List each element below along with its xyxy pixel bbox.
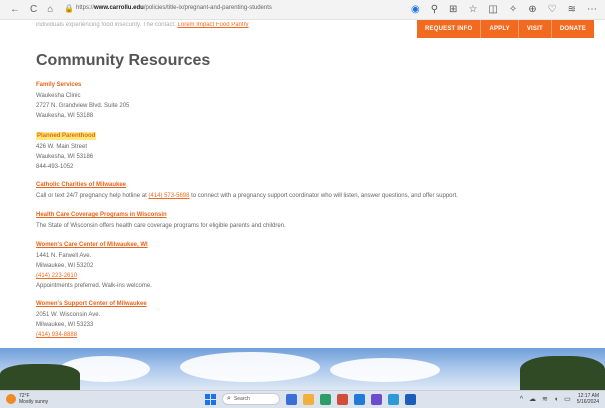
resource-description: The State of Wisconsin offers health car… xyxy=(36,223,286,229)
resource-womens-care-center: Women's Care Center of Milwaukee, WI 144… xyxy=(36,233,152,291)
resource-name[interactable]: Catholic Charities of Milwaukee xyxy=(36,181,126,189)
volume-icon[interactable]: ◖ xyxy=(554,396,558,403)
resource-line: Milwaukee, WI 53233 xyxy=(36,322,94,328)
chevron-up-icon[interactable]: ^ xyxy=(520,396,523,403)
browser-toolbar: ← C ⌂ 🔒 https://www.carrollu.edu/policie… xyxy=(0,0,605,20)
footer-banner-image xyxy=(0,348,605,390)
store-icon[interactable] xyxy=(388,393,399,405)
cutoff-link[interactable]: Lorem Impact Food Pantry xyxy=(178,22,249,28)
resource-name[interactable]: Family Services xyxy=(36,81,81,89)
resource-line: 1441 N. Farwell Ave. xyxy=(36,253,92,259)
taskbar-apps: ⌕ Search xyxy=(205,393,416,405)
browser-toolbar-icons: ◉ ⚲ ⊞ ☆ ◫ ✧ ⊕ ♡ ≋ ⋯ xyxy=(411,3,597,16)
reader-icon[interactable]: ⊞ xyxy=(449,3,457,16)
resource-line: Waukesha, WI 53186 xyxy=(36,154,94,160)
resource-womens-support-center: Women's Support Center of Milwaukee 2051… xyxy=(36,292,147,340)
tree-shape xyxy=(0,364,80,390)
resource-description: Call or text 24/7 pregnancy help hotline… xyxy=(36,193,458,199)
windows-start-icon[interactable] xyxy=(205,393,216,405)
resource-family-services: Family Services Waukesha Clinic 2727 N. … xyxy=(36,73,129,121)
sun-icon xyxy=(6,394,16,404)
edge-icon[interactable] xyxy=(320,393,331,405)
resource-note: Appointments preferred. Walk-ins welcome… xyxy=(36,283,152,289)
resource-name-highlighted[interactable]: Planned Parenthood xyxy=(36,132,97,140)
clock[interactable]: 12:17 AM 5/16/2024 xyxy=(577,393,599,405)
resource-line: Milwaukee, WI 53202 xyxy=(36,263,94,269)
cloud-shape xyxy=(180,352,320,382)
system-tray: ^ ☁ ≋ ◖ ▭ 12:17 AM 5/16/2024 xyxy=(520,393,599,405)
collections-icon[interactable]: ⊕ xyxy=(528,3,536,16)
battery-icon[interactable]: ▭ xyxy=(564,395,571,403)
search-page-icon[interactable]: ⚲ xyxy=(431,3,438,16)
split-screen-icon[interactable]: ◫ xyxy=(488,3,497,16)
copilot-icon[interactable]: ≋ xyxy=(568,3,576,16)
section-title: Community Resources xyxy=(36,52,211,69)
extension-icon[interactable]: ◉ xyxy=(411,3,420,16)
file-explorer-icon[interactable] xyxy=(303,393,314,405)
resource-planned-parenthood: Planned Parenthood 426 W. Main Street Wa… xyxy=(36,124,97,172)
search-icon: ⌕ xyxy=(227,395,231,402)
lock-icon: 🔒 xyxy=(64,4,74,13)
resource-name[interactable]: Women's Support Center of Milwaukee xyxy=(36,300,147,308)
browser-nav: ← C ⌂ xyxy=(10,4,53,16)
cloud-shape xyxy=(330,358,440,382)
cutoff-text: individuals experiencing food insecurity… xyxy=(36,22,249,28)
taskbar-search[interactable]: ⌕ Search xyxy=(222,393,280,405)
favorite-icon[interactable]: ☆ xyxy=(468,3,477,16)
main-content: individuals experiencing food insecurity… xyxy=(36,22,556,70)
app-icon[interactable] xyxy=(286,393,297,405)
more-icon[interactable]: ⋯ xyxy=(587,3,597,16)
favorites-list-icon[interactable]: ✧ xyxy=(509,3,517,16)
app-icon[interactable] xyxy=(337,393,348,405)
resource-name[interactable]: Health Care Coverage Programs in Wiscons… xyxy=(36,211,167,219)
donate-link[interactable]: DONATE xyxy=(550,20,594,38)
wifi-icon[interactable]: ≋ xyxy=(542,395,548,403)
hotline-phone-link[interactable]: (414) 573-5698 xyxy=(148,193,189,199)
address-bar[interactable]: 🔒 https://www.carrollu.edu/policies/titl… xyxy=(62,4,392,16)
resource-catholic-charities: Catholic Charities of Milwaukee Call or … xyxy=(36,173,458,201)
resource-health-care-coverage: Health Care Coverage Programs in Wiscons… xyxy=(36,203,286,231)
resource-name[interactable]: Women's Care Center of Milwaukee, WI xyxy=(36,241,148,249)
url-text[interactable]: https://www.carrollu.edu/policies/title-… xyxy=(76,5,272,11)
weather-widget[interactable]: 72°F Mostly sunny xyxy=(6,393,48,405)
resource-line: Waukesha, WI 53188 xyxy=(36,113,94,119)
back-icon[interactable]: ← xyxy=(10,4,20,16)
resource-line: Waukesha Clinic xyxy=(36,93,81,99)
mail-icon[interactable] xyxy=(354,393,365,405)
tree-shape xyxy=(520,356,605,390)
taskbar: 72°F Mostly sunny ⌕ Search ^ ☁ ≋ ◖ ▭ 12:… xyxy=(0,390,605,408)
onedrive-icon[interactable]: ☁ xyxy=(529,395,536,403)
resource-line: 2727 N. Grandview Blvd. Suite 205 xyxy=(36,103,130,109)
resource-line: 426 W. Main Street xyxy=(36,144,88,150)
app-icon[interactable] xyxy=(405,393,416,405)
refresh-icon[interactable]: C xyxy=(30,4,37,16)
phone-link[interactable]: (414) 223-2610 xyxy=(36,271,152,281)
resource-line: 844-493-1052 xyxy=(36,164,74,170)
app-icon[interactable] xyxy=(371,393,382,405)
browser-essentials-icon[interactable]: ♡ xyxy=(548,3,557,16)
home-icon[interactable]: ⌂ xyxy=(47,4,53,16)
resource-line: 2051 W. Wisconsin Ave. xyxy=(36,312,101,318)
phone-link[interactable]: (414) 934-8888 xyxy=(36,330,147,340)
